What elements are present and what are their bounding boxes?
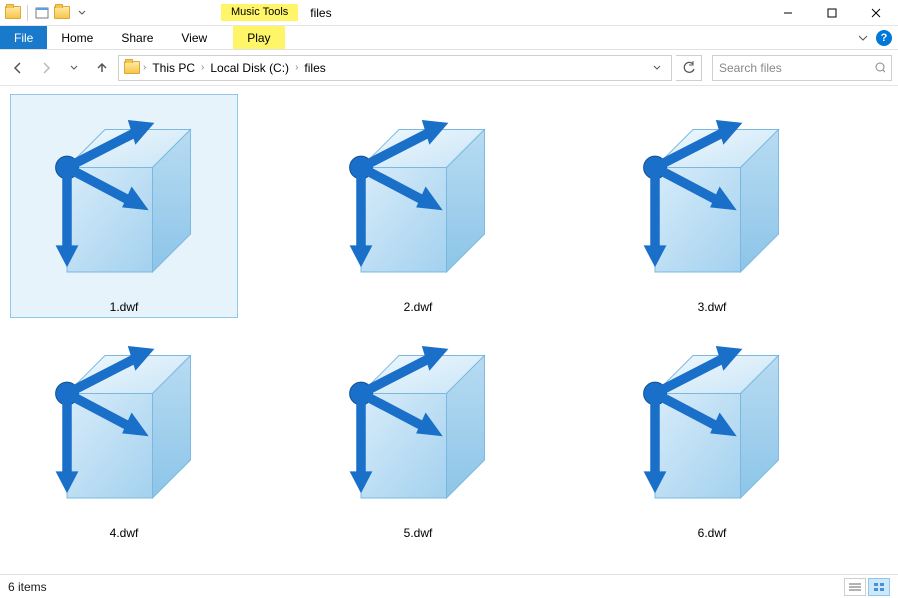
file-item[interactable]: 1.dwf	[10, 94, 238, 318]
forward-button[interactable]	[34, 56, 58, 80]
tab-home[interactable]: Home	[47, 26, 107, 49]
separator	[27, 5, 28, 21]
address-dropdown-icon[interactable]	[647, 64, 667, 72]
chevron-right-icon[interactable]: ›	[201, 62, 204, 73]
qat-dropdown-icon[interactable]	[73, 4, 91, 22]
dwf-file-icon	[318, 322, 518, 522]
breadcrumb-files[interactable]: files	[300, 61, 329, 75]
breadcrumb-local-disk[interactable]: Local Disk (C:)	[206, 61, 293, 75]
tab-share[interactable]: Share	[107, 26, 167, 49]
file-name: 3.dwf	[694, 298, 731, 316]
file-item[interactable]: 6.dwf	[598, 320, 826, 544]
thumbnails-view-button[interactable]	[868, 578, 890, 596]
file-name: 1.dwf	[106, 298, 143, 316]
quick-access-toolbar	[0, 4, 91, 22]
file-name: 2.dwf	[400, 298, 437, 316]
window-controls	[766, 0, 898, 26]
file-name: 6.dwf	[694, 524, 731, 542]
ribbon-tabs: File Home Share View Play ?	[0, 26, 898, 50]
tab-file[interactable]: File	[0, 26, 47, 49]
new-folder-icon[interactable]	[53, 4, 71, 22]
address-bar[interactable]: › This PC › Local Disk (C:) › files	[118, 55, 672, 81]
back-button[interactable]	[6, 56, 30, 80]
dwf-file-icon	[24, 322, 224, 522]
navigation-bar: › This PC › Local Disk (C:) › files	[0, 50, 898, 86]
folder-icon	[4, 4, 22, 22]
item-count: 6 items	[8, 580, 47, 594]
details-view-button[interactable]	[844, 578, 866, 596]
file-name: 4.dwf	[106, 524, 143, 542]
file-item[interactable]: 5.dwf	[304, 320, 532, 544]
chevron-right-icon[interactable]: ›	[295, 62, 298, 73]
file-list[interactable]: 1.dwf 2.dwf	[0, 86, 898, 574]
dwf-file-icon	[24, 96, 224, 296]
folder-icon	[123, 59, 141, 77]
contextual-tab-label: Music Tools	[221, 4, 298, 20]
search-icon[interactable]	[874, 61, 885, 75]
properties-icon[interactable]	[33, 4, 51, 22]
file-name: 5.dwf	[400, 524, 437, 542]
chevron-right-icon[interactable]: ›	[143, 62, 146, 73]
file-item[interactable]: 3.dwf	[598, 94, 826, 318]
refresh-button[interactable]	[676, 55, 702, 81]
breadcrumb-this-pc[interactable]: This PC	[148, 61, 199, 75]
status-bar: 6 items	[0, 574, 898, 598]
title-bar: Music Tools files	[0, 0, 898, 26]
dwf-file-icon	[318, 96, 518, 296]
file-item[interactable]: 2.dwf	[304, 94, 532, 318]
tab-view[interactable]: View	[167, 26, 221, 49]
help-icon[interactable]: ?	[876, 30, 892, 46]
recent-locations-button[interactable]	[62, 56, 86, 80]
minimize-button[interactable]	[766, 0, 810, 26]
ribbon-collapse-icon[interactable]	[858, 33, 868, 43]
window-title: files	[310, 6, 331, 20]
close-button[interactable]	[854, 0, 898, 26]
search-box[interactable]	[712, 55, 892, 81]
file-item[interactable]: 4.dwf	[10, 320, 238, 544]
search-input[interactable]	[719, 61, 874, 75]
dwf-file-icon	[612, 322, 812, 522]
up-button[interactable]	[90, 56, 114, 80]
tab-play[interactable]: Play	[233, 26, 284, 49]
dwf-file-icon	[612, 96, 812, 296]
maximize-button[interactable]	[810, 0, 854, 26]
